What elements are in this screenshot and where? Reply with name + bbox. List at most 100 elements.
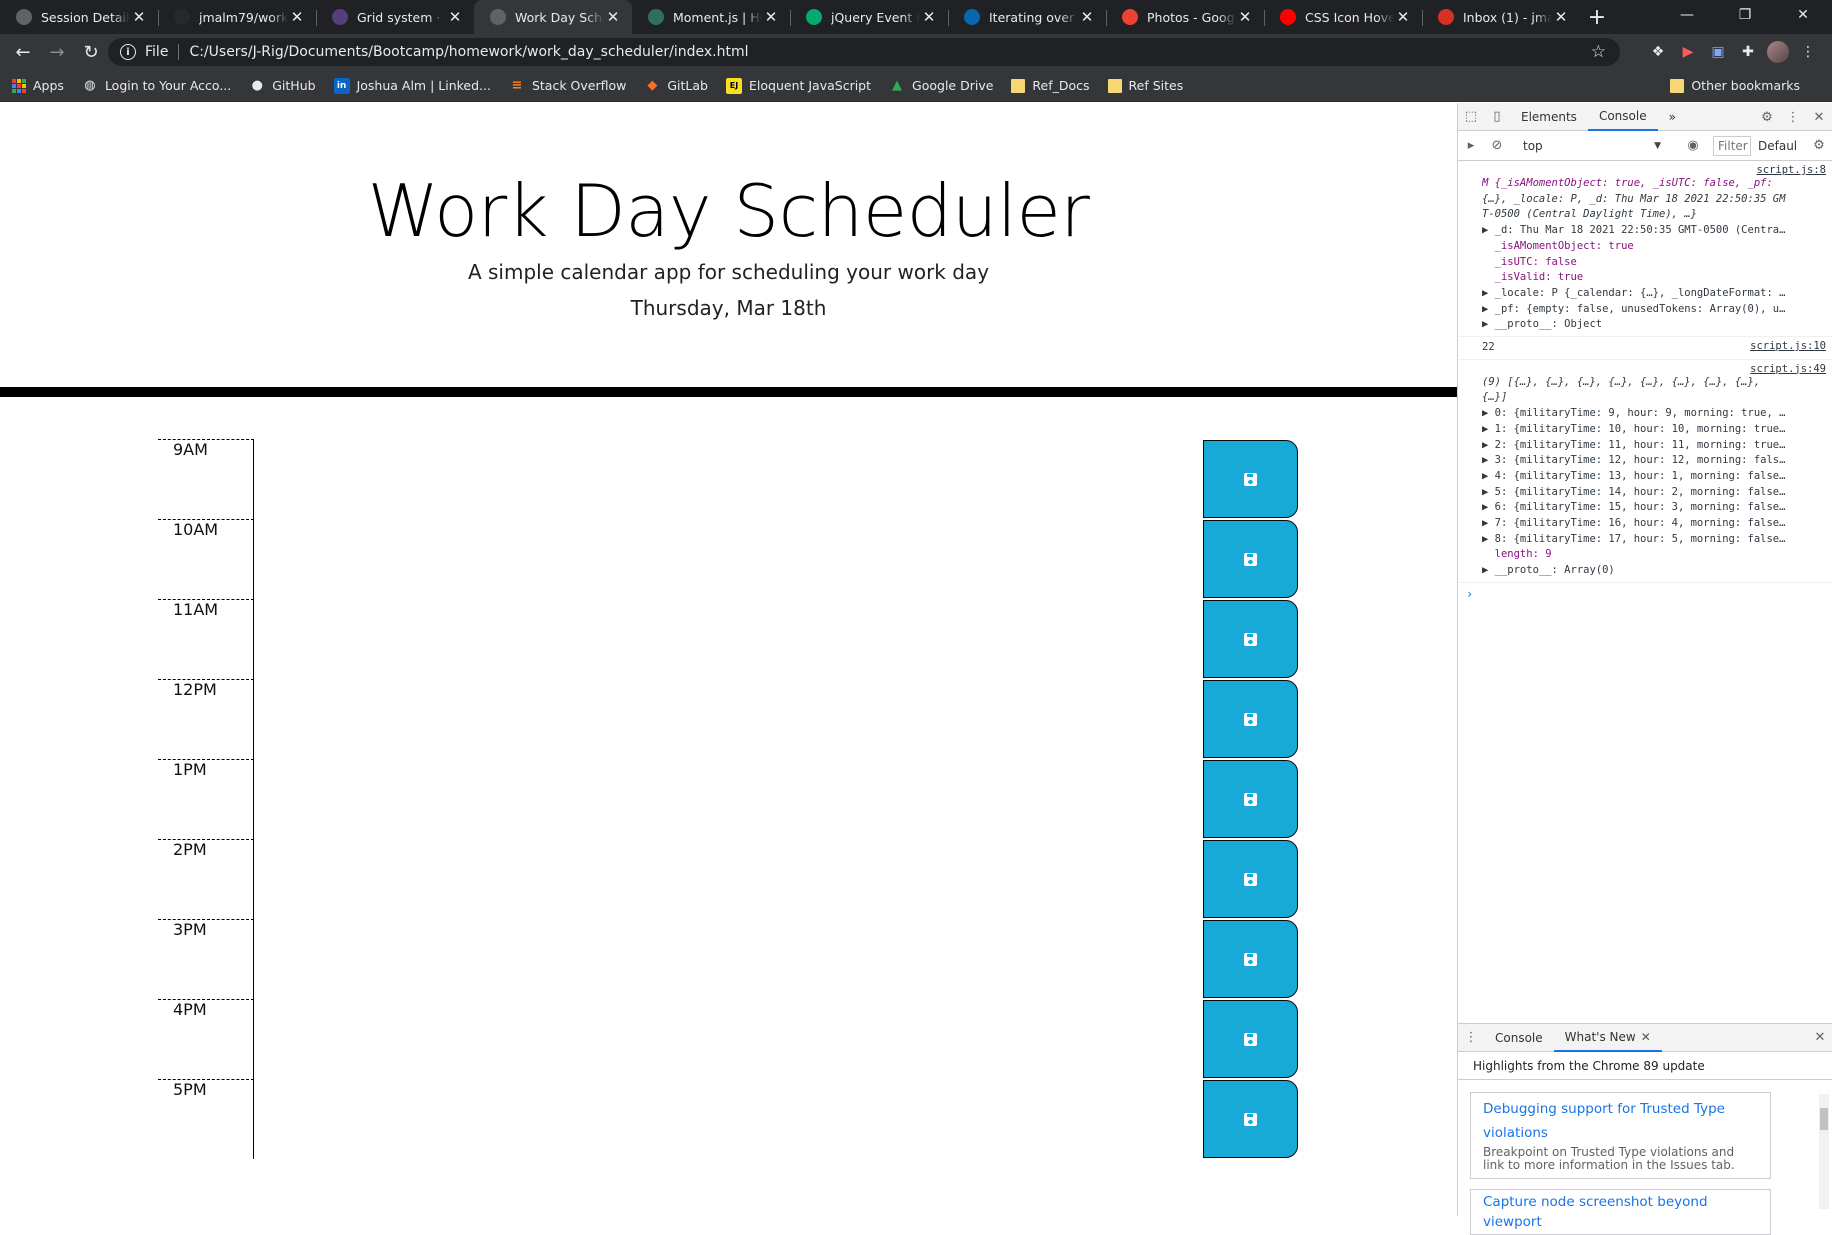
customize-menu-icon[interactable]: ⋮ [1780,103,1806,131]
console-line[interactable]: ▶ 0: {militaryTime: 9, hour: 9, morning:… [1482,406,1826,422]
browser-tab[interactable]: Moment.js | Home✕ [632,0,790,34]
bookmark-item[interactable]: Ref_Docs [1011,78,1090,93]
console-settings-icon[interactable]: ⚙ [1806,132,1832,160]
close-drawer-icon[interactable]: ✕ [1807,1024,1832,1052]
drawer-tab-whats-new[interactable]: What's New ✕ [1553,1024,1662,1052]
bookmark-item[interactable]: ▲ Google Drive [889,78,993,94]
browser-tab[interactable]: Iterating over jQu✕ [948,0,1106,34]
bookmark-item[interactable]: ● GitHub [249,78,316,94]
extension-icon[interactable]: ▣ [1704,38,1732,66]
console-line[interactable]: ▶ __proto__: Object [1482,317,1826,333]
close-tab-icon[interactable]: ✕ [288,8,306,26]
bookmark-item[interactable]: EJ Eloquent JavaScript [726,77,871,94]
browser-tab[interactable]: CSS Icon Hover Ef✕ [1264,0,1422,34]
forward-icon[interactable]: → [40,37,74,67]
save-button[interactable] [1203,600,1298,678]
close-tab-icon[interactable]: ✕ [1078,8,1096,26]
save-button[interactable] [1203,1080,1298,1158]
profile-avatar[interactable] [1767,41,1789,63]
browser-tab[interactable]: Photos - Google P✕ [1106,0,1264,34]
save-button[interactable] [1203,520,1298,598]
tab-console[interactable]: Console [1587,103,1658,131]
address-bar[interactable]: i File C:/Users/J-Rig/Documents/Bootcamp… [108,38,1620,66]
console-line[interactable]: ▶ 8: {militaryTime: 17, hour: 5, morning… [1482,532,1826,548]
tab-elements[interactable]: Elements [1510,103,1588,131]
save-button[interactable] [1203,680,1298,758]
save-button[interactable] [1203,1000,1298,1078]
browser-tab[interactable]: jQuery Event Meth✕ [790,0,948,34]
live-expression-eye-icon[interactable]: ◉ [1680,132,1706,160]
whats-new-card[interactable]: Debugging support for Trusted Type viola… [1470,1092,1771,1179]
source-link[interactable]: script.js:8 [1482,164,1826,176]
bookmark-item[interactable]: Ref Sites [1107,78,1183,93]
console-line[interactable]: ▶ _pf: {empty: false, unusedTokens: Arra… [1482,302,1826,318]
menu-icon[interactable]: ⋮ [1794,38,1822,66]
close-devtools-icon[interactable]: ✕ [1806,103,1832,131]
drawer-menu-icon[interactable]: ⋮ [1458,1024,1484,1052]
whats-new-card[interactable]: Capture node screenshot beyond viewport [1470,1189,1771,1235]
close-tab-icon[interactable]: ✕ [130,8,148,26]
save-button[interactable] [1203,440,1298,518]
minimize-icon[interactable]: — [1658,0,1716,30]
console-line[interactable]: ▶ 7: {militaryTime: 16, hour: 4, morning… [1482,516,1826,532]
bookmark-item[interactable]: ◆ GitLab [644,78,708,94]
browser-tab[interactable]: Session Detail | Bo✕ [0,0,158,34]
bookmark-item[interactable]: Apps [12,78,64,93]
save-button[interactable] [1203,920,1298,998]
source-link[interactable]: script.js:49 [1482,363,1826,375]
log-levels-dropdown[interactable]: Defaul [1758,136,1797,156]
close-tab-icon[interactable]: ✕ [1641,1030,1651,1044]
close-tab-icon[interactable]: ✕ [1236,8,1254,26]
close-tab-icon[interactable]: ✕ [1552,8,1570,26]
url-text[interactable]: C:/Users/J-Rig/Documents/Bootcamp/homewo… [189,44,748,60]
console-line[interactable]: ▶ __proto__: Array(0) [1482,563,1826,579]
device-toolbar-icon[interactable]: ▯ [1484,103,1510,131]
save-button[interactable] [1203,760,1298,838]
console-line[interactable]: ▶ 4: {militaryTime: 13, hour: 1, morning… [1482,469,1826,485]
bookmark-item[interactable]: ≡ Stack Overflow [509,78,627,94]
console-line[interactable]: ▶ 2: {militaryTime: 11, hour: 11, mornin… [1482,438,1826,454]
inspect-element-icon[interactable]: ⬚ [1458,103,1484,131]
new-tab-button[interactable]: + [1580,0,1614,34]
browser-tab[interactable]: jmalm79/work_da✕ [158,0,316,34]
bookmark-item[interactable]: in Joshua Alm | Linked... [333,77,491,94]
settings-gear-icon[interactable]: ⚙ [1754,103,1780,131]
extension-icon[interactable]: ▶ [1674,38,1702,66]
other-bookmarks[interactable]: Other bookmarks [1670,78,1800,93]
browser-tab[interactable]: Work Day Schedu✕ [474,0,632,34]
close-tab-icon[interactable]: ✕ [446,8,464,26]
save-button[interactable] [1203,840,1298,918]
console-line[interactable]: ▶ 6: {militaryTime: 15, hour: 3, morning… [1482,500,1826,516]
context-selector[interactable]: top ▼ [1516,136,1666,156]
console-line[interactable]: ▶ _d: Thu Mar 18 2021 22:50:35 GMT-0500 … [1482,223,1826,239]
clear-console-icon[interactable]: ⊘ [1484,132,1510,160]
scrollbar-thumb[interactable] [1820,1108,1828,1130]
console-line[interactable]: ▶ 3: {militaryTime: 12, hour: 12, mornin… [1482,453,1826,469]
console-line[interactable]: ▶ 1: {militaryTime: 10, hour: 10, mornin… [1482,422,1826,438]
drawer-tab-console[interactable]: Console [1484,1024,1554,1052]
drawer-scrollbar[interactable] [1819,1094,1829,1209]
source-link[interactable]: script.js:10 [1750,340,1826,352]
console-line[interactable]: ▶ _locale: P {_calendar: {…}, _longDateF… [1482,286,1826,302]
back-icon[interactable]: ← [6,37,40,67]
close-tab-icon[interactable]: ✕ [920,8,938,26]
close-tab-icon[interactable]: ✕ [1394,8,1412,26]
console-prompt[interactable]: › [1458,583,1832,605]
bookmark-item[interactable]: ◍ Login to Your Acco... [82,78,231,94]
bookmark-star-icon[interactable]: ☆ [1591,42,1606,62]
console-filter-input[interactable]: Filter [1713,136,1751,156]
puzzle-icon[interactable]: ✚ [1734,38,1762,66]
close-tab-icon[interactable]: ✕ [604,8,622,26]
restore-icon[interactable]: ❐ [1716,0,1774,30]
card-title[interactable]: Debugging support for Trusted Type viola… [1483,1097,1758,1145]
more-tabs-icon[interactable]: » [1658,103,1687,131]
close-tab-icon[interactable]: ✕ [762,8,780,26]
browser-tab[interactable]: Grid system · Boo✕ [316,0,474,34]
site-info-icon[interactable]: i [120,44,136,60]
reload-icon[interactable]: ↻ [74,37,108,67]
browser-tab[interactable]: Inbox (1) - jmalm7✕ [1422,0,1580,34]
console-line[interactable]: ▶ 5: {militaryTime: 14, hour: 2, morning… [1482,485,1826,501]
close-window-icon[interactable]: ✕ [1774,0,1832,30]
show-sidebar-icon[interactable]: ▸ [1458,132,1484,160]
dropbox-extension-icon[interactable]: ❖ [1644,38,1672,66]
